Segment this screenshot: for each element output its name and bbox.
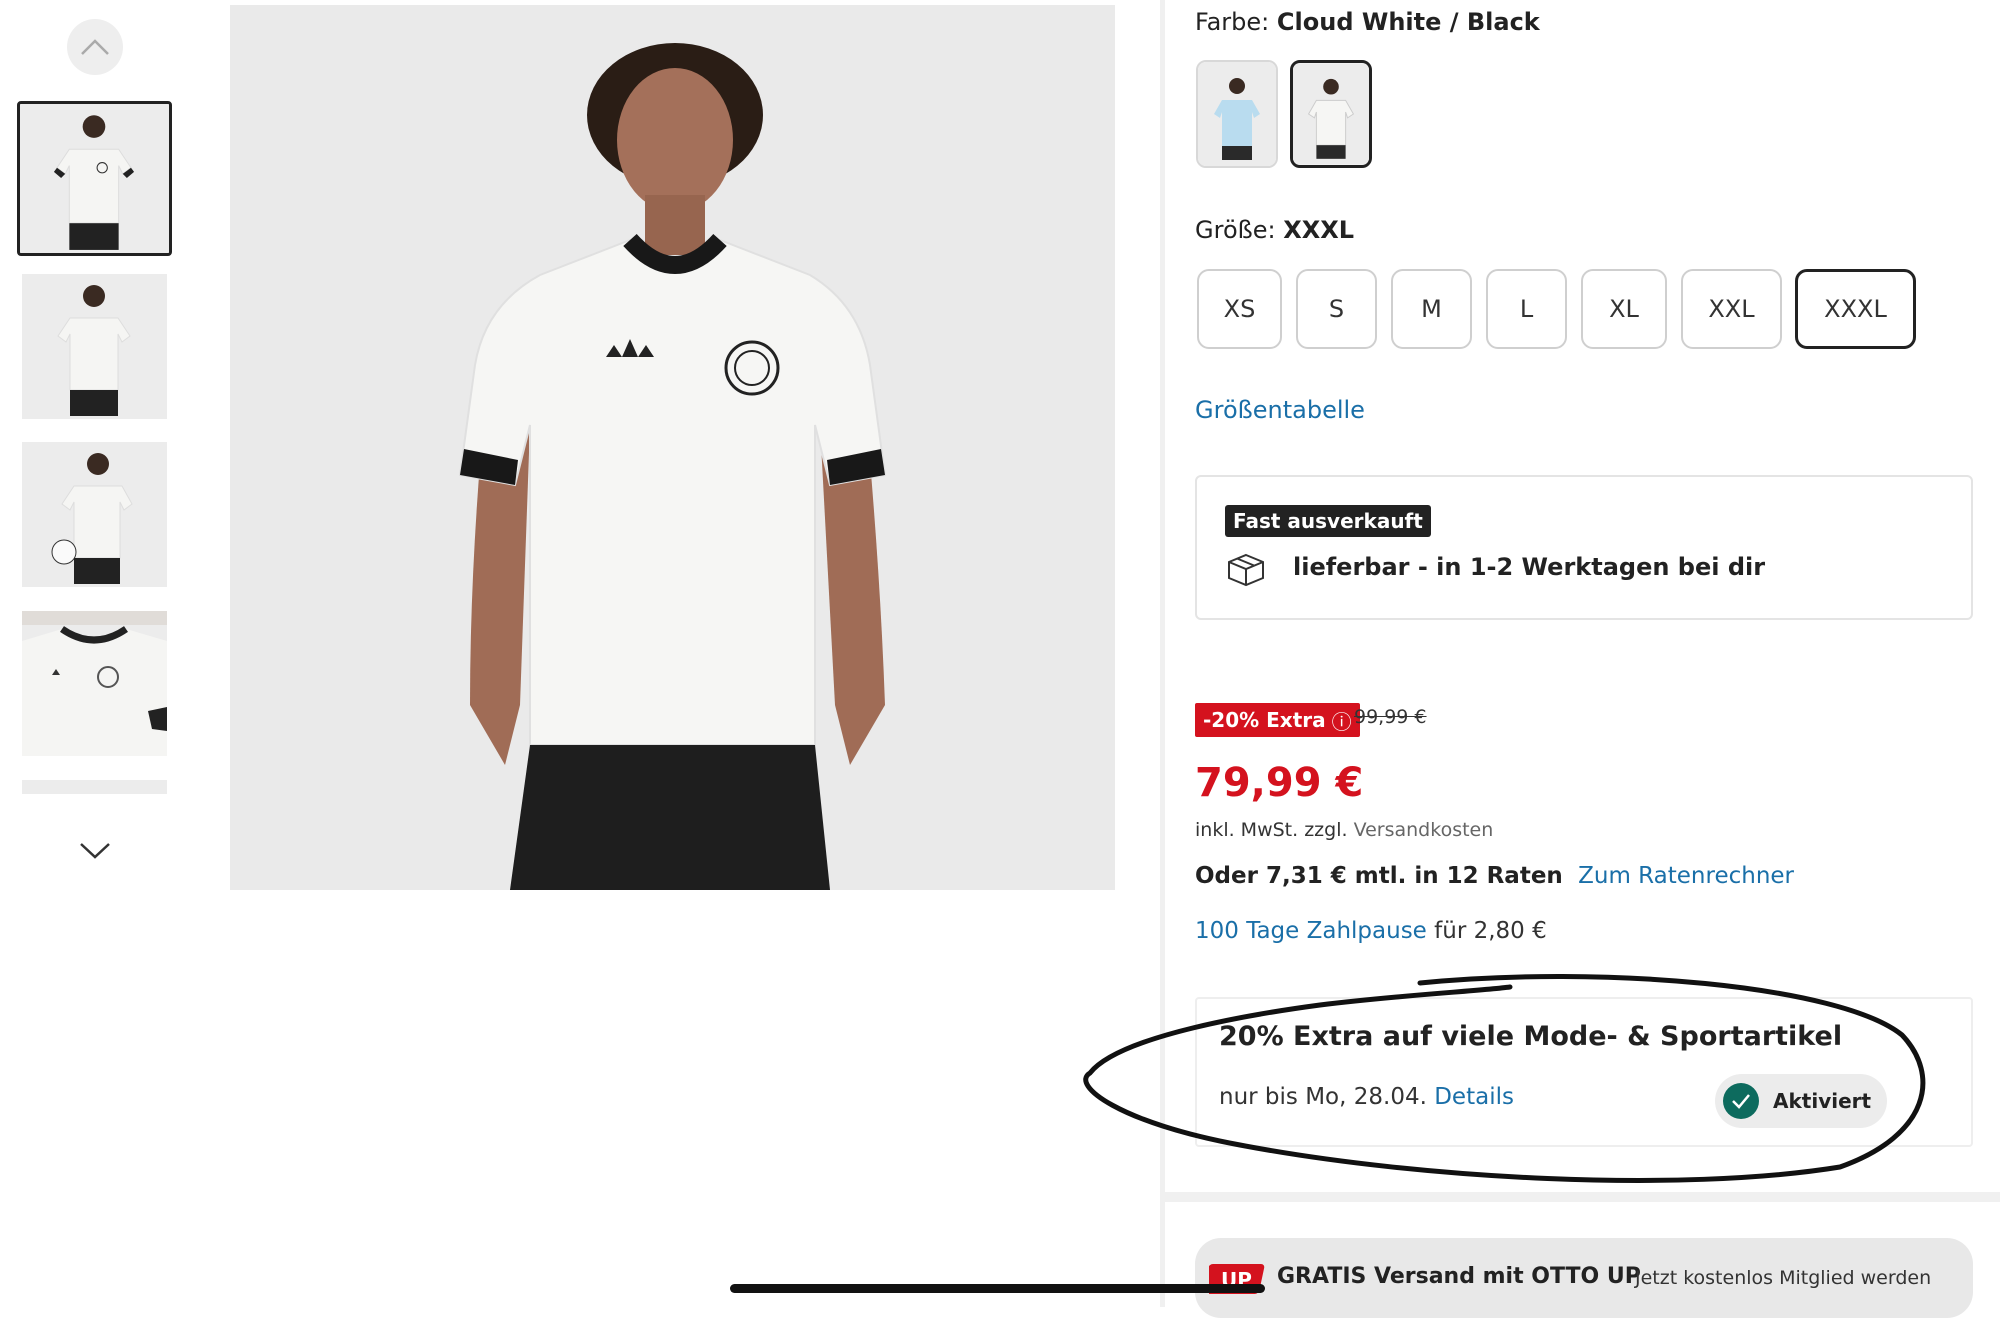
- thumbnail-image: [22, 442, 167, 587]
- section-separator: [1165, 1192, 2000, 1202]
- promo-box: 20% Extra auf viele Mode- & Sportartikel…: [1195, 997, 1973, 1147]
- info-icon: ⓘ: [1331, 709, 1352, 734]
- shipping-costs-link[interactable]: Versandkosten: [1354, 819, 1494, 841]
- tax-note: inkl. MwSt. zzgl.: [1195, 819, 1348, 841]
- color-label-line: Farbe: Cloud White / Black: [1195, 8, 1540, 36]
- delivery-text: lieferbar - in 1-2 Werktagen bei dir: [1293, 553, 1766, 581]
- chevron-down-icon: [80, 843, 110, 859]
- thumbnail-back[interactable]: [22, 274, 167, 419]
- color-option-light-blue[interactable]: [1196, 60, 1278, 168]
- thumbnails-scroll-down-button[interactable]: [67, 822, 123, 878]
- thumbnail-front[interactable]: [17, 101, 172, 256]
- otto-up-title: GRATIS Versand mit OTTO UP: [1277, 1264, 1641, 1289]
- promo-status-label: Aktiviert: [1773, 1089, 1872, 1113]
- home-indicator: [730, 1284, 1265, 1293]
- promo-title: 20% Extra auf viele Mode- & Sportartikel: [1219, 1021, 1843, 1052]
- availability-box: Fast ausverkauft lieferbar - in 1-2 Werk…: [1195, 475, 1973, 620]
- size-option-xs[interactable]: XS: [1197, 269, 1282, 349]
- thumbnail-image: [22, 611, 167, 756]
- size-option-xl[interactable]: XL: [1581, 269, 1667, 349]
- product-photo: [230, 5, 1115, 890]
- promo-activated-button[interactable]: Aktiviert: [1715, 1074, 1887, 1128]
- size-option-xxl[interactable]: XXL: [1681, 269, 1782, 349]
- discount-label: -20% Extra: [1203, 708, 1326, 732]
- payment-pause-link[interactable]: 100 Tage Zahlpause: [1195, 918, 1427, 944]
- payment-pause-price: für 2,80 €: [1434, 918, 1547, 944]
- stock-badge: Fast ausverkauft: [1225, 505, 1431, 537]
- size-option-m[interactable]: M: [1391, 269, 1472, 349]
- thumbnail-side-ball[interactable]: [22, 442, 167, 587]
- package-icon: [1228, 553, 1264, 587]
- size-option-xxxl[interactable]: XXXL: [1795, 269, 1916, 349]
- tax-note-line: inkl. MwSt. zzgl. Versandkosten: [1195, 819, 1493, 841]
- chevron-up-icon: [81, 39, 109, 55]
- old-price: 99,99 €: [1354, 706, 1427, 728]
- size-label-line: Größe: XXXL: [1195, 216, 1354, 244]
- installment-line: Oder 7,31 € mtl. in 12 Raten Zum Ratenre…: [1195, 863, 1794, 889]
- thumbnail-detail[interactable]: [22, 611, 167, 756]
- color-label: Farbe:: [1195, 8, 1270, 36]
- check-icon: [1723, 1083, 1759, 1119]
- size-label: Größe:: [1195, 216, 1276, 244]
- size-chart-link[interactable]: Größentabelle: [1195, 396, 1365, 424]
- size-value: XXXL: [1283, 216, 1355, 244]
- thumbnail-image: [20, 104, 169, 253]
- otto-up-banner[interactable]: UP GRATIS Versand mit OTTO UP Jetzt kost…: [1195, 1238, 1973, 1318]
- promo-details-link[interactable]: Details: [1434, 1084, 1514, 1110]
- thumbnail-more[interactable]: [22, 780, 167, 794]
- payment-pause-line: 100 Tage Zahlpause für 2,80 €: [1195, 918, 1547, 944]
- thumbnails-scroll-up-button[interactable]: [67, 19, 123, 75]
- otto-up-subtitle: Jetzt kostenlos Mitglied werden: [1635, 1267, 1932, 1289]
- size-option-s[interactable]: S: [1296, 269, 1377, 349]
- thumbnail-image: [22, 274, 167, 419]
- current-price: 79,99 €: [1195, 760, 1364, 806]
- promo-valid-until: nur bis Mo, 28.04.: [1219, 1084, 1427, 1110]
- column-divider: [1160, 0, 1165, 1307]
- discount-badge[interactable]: -20% Extra ⓘ: [1195, 703, 1360, 737]
- installment-calculator-link[interactable]: Zum Ratenrechner: [1578, 863, 1794, 889]
- swatch-image: [1293, 63, 1369, 165]
- swatch-image: [1198, 62, 1276, 166]
- color-value: Cloud White / Black: [1276, 8, 1540, 36]
- main-product-image[interactable]: [230, 5, 1115, 890]
- promo-validity-line: nur bis Mo, 28.04. Details: [1219, 1084, 1514, 1110]
- color-option-cloud-white-black[interactable]: [1290, 60, 1372, 168]
- size-option-l[interactable]: L: [1486, 269, 1567, 349]
- installment-text: Oder 7,31 € mtl. in 12 Raten: [1195, 863, 1563, 889]
